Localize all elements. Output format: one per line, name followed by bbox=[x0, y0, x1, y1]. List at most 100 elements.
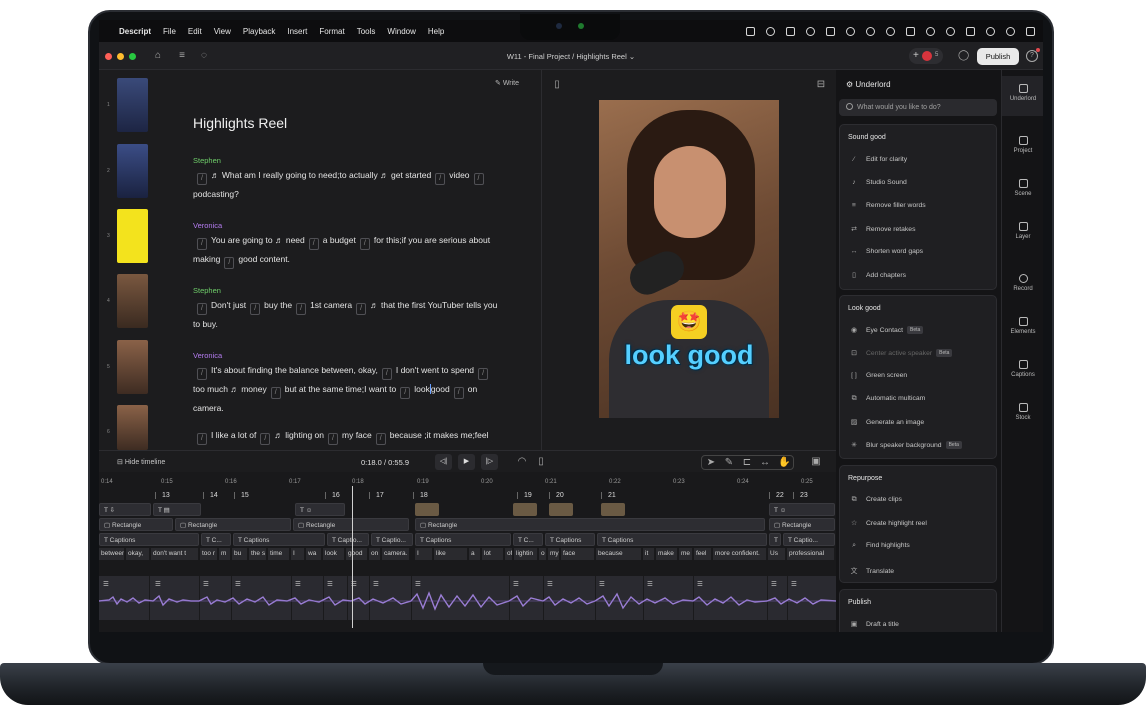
rail-stock[interactable]: Stock bbox=[1002, 403, 1043, 421]
scene-thumbnail-3[interactable] bbox=[117, 209, 148, 263]
script-editor[interactable]: ✎ Write Highlights Reel Stephen / ♬ What … bbox=[153, 70, 541, 450]
rectangle-clip[interactable]: ▢ Rectangle bbox=[175, 518, 291, 531]
speed-icon[interactable]: ◠ bbox=[517, 457, 527, 467]
menu-window[interactable]: Window bbox=[387, 27, 415, 36]
app-icon[interactable] bbox=[826, 26, 835, 36]
composition-name[interactable]: Highlights Reel bbox=[576, 52, 626, 61]
word-chip[interactable]: m bbox=[219, 548, 231, 560]
script-line[interactable]: camera. bbox=[193, 403, 224, 413]
word-chip[interactable]: my bbox=[548, 548, 560, 560]
caption-clip[interactable]: T Captio... bbox=[783, 533, 835, 546]
word-chip[interactable]: between bbox=[99, 548, 125, 560]
control-center-icon[interactable] bbox=[1026, 26, 1035, 36]
caption-clip[interactable]: T Captions bbox=[597, 533, 767, 546]
skip-forward-button[interactable]: |▷ bbox=[481, 454, 498, 470]
word-chip[interactable]: lightin bbox=[514, 548, 538, 560]
image-clip[interactable] bbox=[549, 503, 573, 516]
word-chip[interactable]: the s bbox=[249, 548, 267, 560]
script-line[interactable]: podcasting? bbox=[193, 189, 239, 199]
menu-playback[interactable]: Playback bbox=[243, 27, 275, 36]
target-icon[interactable] bbox=[846, 26, 855, 36]
image-clip[interactable] bbox=[415, 503, 439, 516]
ripple-tool-icon[interactable]: ↔ bbox=[760, 458, 770, 468]
captions-track[interactable]: T Captions T C... T Captions T Captio...… bbox=[99, 533, 836, 546]
word-chip[interactable]: I bbox=[291, 548, 305, 560]
rectangle-track[interactable]: ▢ Rectangle ▢ Rectangle ▢ Rectangle ▢ Re… bbox=[99, 518, 836, 531]
wifi-icon[interactable] bbox=[986, 26, 995, 36]
center-active-speaker-button[interactable]: ⊡ Center active speaker Beta bbox=[850, 349, 953, 357]
word-chip[interactable]: okay, bbox=[126, 548, 150, 560]
word-chip[interactable]: it bbox=[643, 548, 655, 560]
emoji-sticker[interactable]: 🤩 bbox=[671, 305, 707, 339]
scene-thumbnail-1[interactable] bbox=[117, 78, 148, 132]
scene-marker[interactable]: 14 bbox=[203, 492, 218, 499]
scene-marker[interactable]: 19 bbox=[517, 492, 532, 499]
word-chip[interactable]: I bbox=[415, 548, 433, 560]
script-line[interactable]: / I like a lot of / ♬ lighting on / my face / b… bbox=[193, 430, 489, 445]
menu-edit[interactable]: Edit bbox=[188, 27, 202, 36]
word-chip[interactable]: feel bbox=[694, 548, 712, 560]
word-chip[interactable]: me bbox=[679, 548, 693, 560]
document-breadcrumb[interactable]: W11 - Final Project / Highlights Reel ⌄ bbox=[99, 52, 1043, 61]
playhead[interactable] bbox=[352, 486, 353, 628]
sticker-clip[interactable]: T ☺ bbox=[295, 503, 345, 516]
rectangle-clip[interactable]: ▢ Rectangle bbox=[293, 518, 409, 531]
skip-back-button[interactable]: ◁| bbox=[435, 454, 452, 470]
word-chip[interactable]: too r bbox=[200, 548, 218, 560]
sticker-clip[interactable]: T ⇩ bbox=[99, 503, 151, 516]
timeline-ruler[interactable]: 0:14 0:15 0:16 0:17 0:18 0:19 0:20 0:21 … bbox=[99, 476, 836, 488]
add-chapters-button[interactable]: ▯ Add chapters bbox=[850, 271, 906, 279]
rectangle-clip[interactable]: ▢ Rectangle bbox=[415, 518, 765, 531]
rail-layer[interactable]: Layer bbox=[1002, 222, 1043, 240]
speaker-label[interactable]: Veronica bbox=[193, 221, 222, 230]
clipboard-icon[interactable] bbox=[746, 26, 755, 36]
word-chip[interactable]: a bbox=[469, 548, 481, 560]
scene-thumbnail-6[interactable] bbox=[117, 405, 148, 450]
caption-clip[interactable]: T Captions bbox=[415, 533, 511, 546]
audio-track[interactable]: ☰ ☰ ☰ ☰ ☰ ☰ ☰ ☰ ☰ ☰ ☰ ☰ ☰ ☰ ☰ ☰ bbox=[99, 576, 836, 620]
hide-timeline-button[interactable]: ⊟ Hide timeline bbox=[117, 458, 165, 466]
word-chip[interactable]: good bbox=[346, 548, 368, 560]
rail-underlord[interactable]: Underlord bbox=[1002, 76, 1043, 116]
rail-elements[interactable]: Elements bbox=[1002, 317, 1043, 335]
word-chip[interactable]: bu bbox=[232, 548, 248, 560]
word-chip[interactable]: because bbox=[596, 548, 642, 560]
project-name[interactable]: W11 - Final Project bbox=[507, 52, 570, 61]
caption-clip[interactable]: T C... bbox=[513, 533, 543, 546]
select-tool-icon[interactable]: ➤ bbox=[706, 458, 716, 468]
generate-image-button[interactable]: ▨ Generate an image bbox=[850, 418, 924, 426]
word-chip[interactable]: make bbox=[656, 548, 678, 560]
sticker-clip[interactable]: T ▤ bbox=[153, 503, 201, 516]
caption-clip[interactable]: T Captions bbox=[99, 533, 199, 546]
rail-project[interactable]: Project bbox=[1002, 136, 1043, 154]
image-clip[interactable] bbox=[601, 503, 625, 516]
power-icon[interactable] bbox=[926, 26, 935, 36]
ask-underlord-input[interactable]: What would you like to do? bbox=[839, 99, 997, 116]
scene-marker[interactable]: 21 bbox=[601, 492, 616, 499]
blur-background-button[interactable]: ✳ Blur speaker background Beta bbox=[850, 441, 962, 449]
speaker-label[interactable]: Stephen bbox=[193, 286, 221, 295]
add-collaborator-icon[interactable]: + bbox=[913, 50, 919, 61]
rectangle-clip[interactable]: ▢ Rectangle bbox=[99, 518, 173, 531]
word-chip[interactable]: o bbox=[539, 548, 547, 560]
menu-format[interactable]: Format bbox=[319, 27, 344, 36]
scene-thumbnail-5[interactable] bbox=[117, 340, 148, 394]
speaker-label[interactable]: Stephen bbox=[193, 156, 221, 165]
eye-contact-button[interactable]: ◉ Eye Contact Beta bbox=[850, 326, 924, 334]
draft-title-button[interactable]: ▣ Draft a title bbox=[850, 620, 899, 628]
word-chip[interactable]: like bbox=[434, 548, 468, 560]
menu-tools[interactable]: Tools bbox=[357, 27, 376, 36]
script-line[interactable]: / You are going to ♬ need / a budget / for th… bbox=[193, 235, 490, 250]
menu-view[interactable]: View bbox=[214, 27, 231, 36]
caption-clip[interactable]: T Captions bbox=[545, 533, 595, 546]
menu-file[interactable]: File bbox=[163, 27, 176, 36]
caption-clip[interactable]: T Captio... bbox=[327, 533, 369, 546]
menu-insert[interactable]: Insert bbox=[287, 27, 307, 36]
split-tool-icon[interactable]: ⊏ bbox=[742, 458, 752, 468]
script-line[interactable]: / It's about finding the balance between,… bbox=[193, 365, 492, 380]
sticker-track[interactable]: T ⇩ T ▤ T ☺ T ☺ bbox=[99, 503, 836, 516]
word-chip[interactable]: look bbox=[323, 548, 345, 560]
scene-marker[interactable]: 15 bbox=[234, 492, 249, 499]
scene-marker[interactable]: 23 bbox=[793, 492, 808, 499]
sticker-clip[interactable]: T ☺ bbox=[769, 503, 835, 516]
